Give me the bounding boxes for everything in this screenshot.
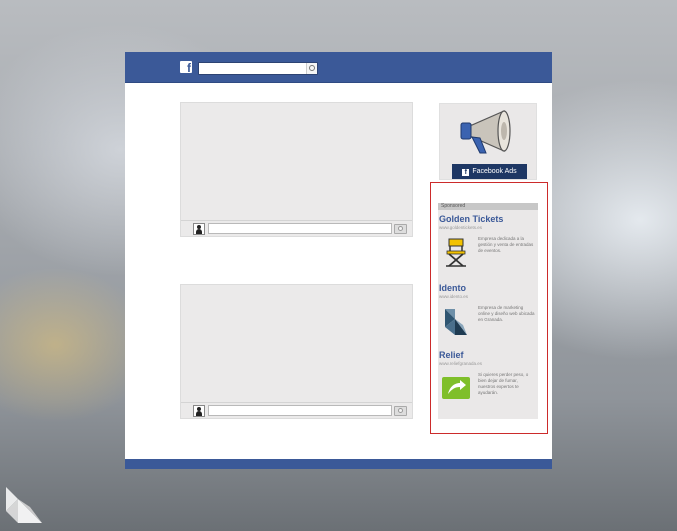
ad-url[interactable]: www.idento.es [439, 294, 468, 299]
sponsored-heading: Sponsored [438, 203, 538, 210]
ad-title[interactable]: Relief [439, 350, 464, 360]
origami-bird-icon[interactable] [441, 305, 471, 337]
facebook-ads-text: Facebook Ads [472, 168, 517, 175]
megaphone-icon [460, 110, 511, 154]
post-comment-bar [181, 220, 412, 236]
facebook-ads-label: f Facebook Ads [452, 164, 527, 179]
ad-description: Si quieres perder peso, o bien dejar de … [478, 372, 529, 395]
camera-icon[interactable] [394, 406, 407, 416]
arrow-badge-icon[interactable] [441, 372, 471, 404]
post-comment-bar [181, 402, 412, 418]
ad-url[interactable]: www.reliefgranada.es [439, 361, 482, 366]
ad-title[interactable]: Idento [439, 283, 466, 293]
search-icon [306, 63, 317, 74]
directors-chair-icon[interactable] [441, 236, 471, 268]
facebook-ads-banner[interactable]: f Facebook Ads [439, 103, 537, 180]
watermark-logo-icon [6, 487, 42, 523]
top-bar: f [125, 52, 552, 83]
ad-description: Empresa de marketing online y diseño web… [478, 305, 535, 322]
ad-description: Empresa dedicada a la gestión y venta de… [478, 236, 534, 253]
facebook-small-icon: f [462, 169, 470, 176]
sponsored-panel: Sponsored Golden Tickets www.goldenticke… [438, 203, 538, 419]
avatar-icon [193, 405, 205, 417]
comment-input[interactable] [208, 223, 392, 234]
camera-icon[interactable] [394, 224, 407, 234]
facebook-logo-icon[interactable]: f [180, 61, 192, 75]
bottom-bar [125, 459, 552, 469]
facebook-logo-letter: f [187, 61, 191, 75]
avatar-icon [193, 223, 205, 235]
search-input[interactable] [198, 62, 318, 75]
facebook-mockup-window: f f Facebook Ads Sponsored Golden Ticket… [125, 52, 552, 469]
search-button[interactable] [306, 63, 317, 74]
feed-post-2 [180, 284, 413, 419]
feed-post-1 [180, 102, 413, 237]
ad-title[interactable]: Golden Tickets [439, 214, 503, 224]
comment-input[interactable] [208, 405, 392, 416]
ad-url[interactable]: www.goldentickets.es [439, 225, 482, 230]
